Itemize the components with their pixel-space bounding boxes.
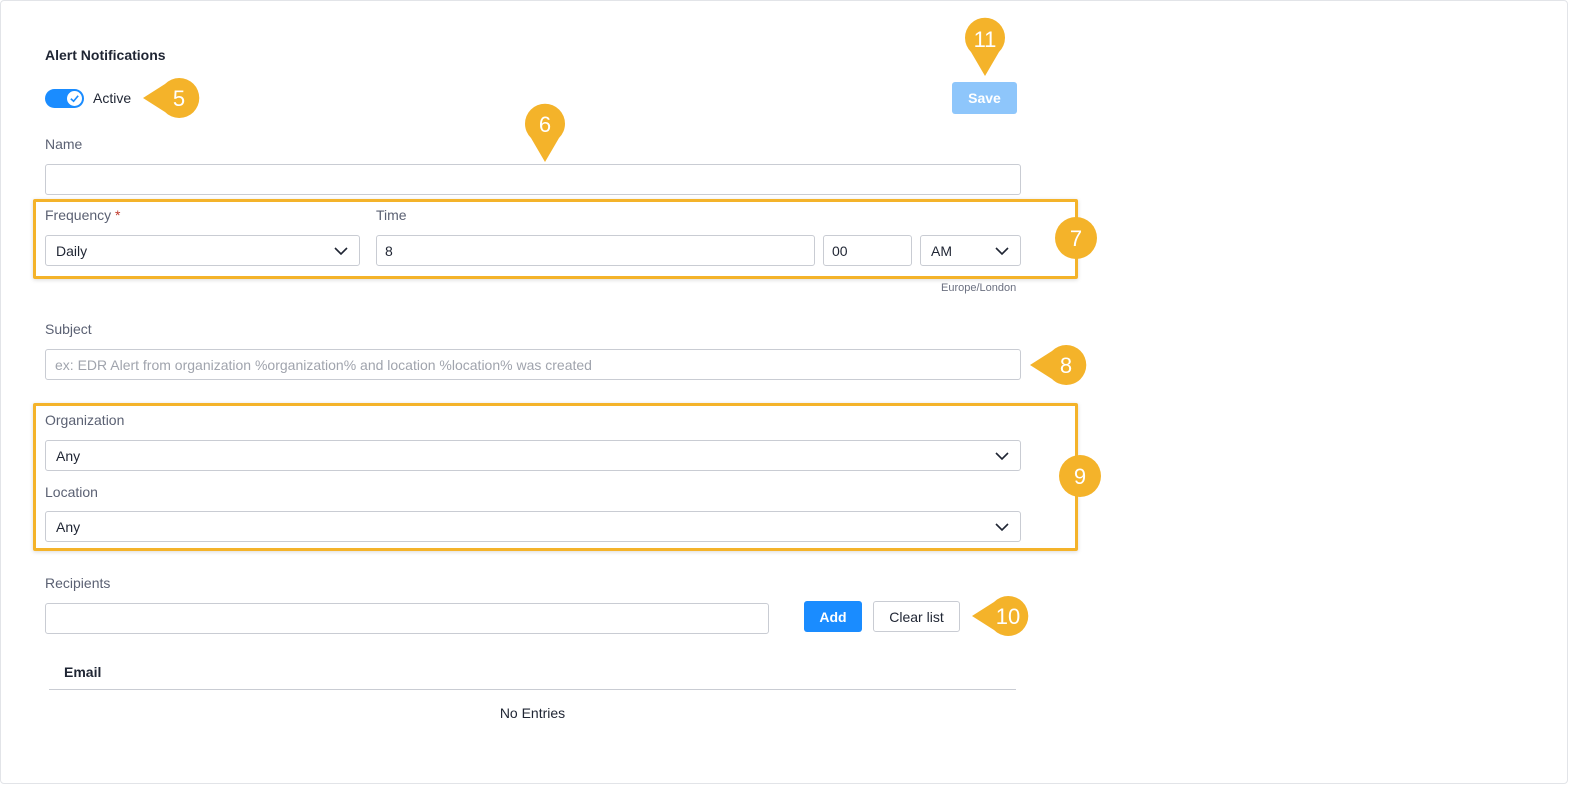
callout-6-number: 6 bbox=[539, 112, 551, 137]
chevron-down-icon bbox=[995, 522, 1009, 531]
chevron-down-icon bbox=[334, 246, 348, 255]
callout-9-number: 9 bbox=[1074, 464, 1086, 489]
callout-5: 5 bbox=[143, 78, 200, 118]
add-button[interactable]: Add bbox=[804, 601, 862, 632]
recipients-label: Recipients bbox=[45, 575, 111, 591]
frequency-label: Frequency * bbox=[45, 207, 121, 223]
chevron-down-icon bbox=[995, 451, 1009, 460]
location-value: Any bbox=[56, 518, 81, 535]
required-marker: * bbox=[115, 207, 121, 223]
table-divider bbox=[49, 689, 1016, 690]
frequency-value: Daily bbox=[56, 242, 88, 259]
callout-6: 6 bbox=[525, 103, 565, 162]
subject-input[interactable]: ex: EDR Alert from organization %organiz… bbox=[45, 349, 1021, 380]
chevron-down-icon bbox=[995, 246, 1009, 255]
callout-9: 9 bbox=[1059, 455, 1101, 497]
location-select[interactable]: Any bbox=[45, 511, 1021, 542]
callout-7-number: 7 bbox=[1070, 226, 1082, 251]
frequency-label-text: Frequency bbox=[45, 207, 112, 223]
organization-select[interactable]: Any bbox=[45, 440, 1021, 471]
location-label: Location bbox=[45, 484, 98, 500]
name-label: Name bbox=[45, 136, 83, 152]
recipients-input[interactable] bbox=[45, 603, 769, 634]
active-toggle-label: Active bbox=[93, 90, 132, 106]
empty-table-message: No Entries bbox=[499, 705, 566, 721]
time-minute-input[interactable]: 00 bbox=[823, 235, 912, 266]
time-meridiem-select[interactable]: AM bbox=[920, 235, 1021, 266]
callout-11-number: 11 bbox=[974, 27, 997, 52]
callout-7: 7 bbox=[1055, 217, 1097, 259]
frequency-select[interactable]: Daily bbox=[45, 235, 360, 266]
callout-11: 11 bbox=[965, 17, 1005, 76]
subject-label: Subject bbox=[45, 321, 92, 337]
callout-10-number: 10 bbox=[996, 604, 1020, 629]
callout-5-number: 5 bbox=[173, 86, 185, 111]
page-panel bbox=[0, 0, 1568, 784]
callout-8-number: 8 bbox=[1060, 353, 1072, 378]
callout-10: 10 bbox=[972, 596, 1029, 636]
clear-list-button[interactable]: Clear list bbox=[873, 601, 960, 632]
time-hour-input[interactable]: 8 bbox=[376, 235, 815, 266]
organization-value: Any bbox=[56, 447, 81, 464]
name-input[interactable] bbox=[45, 164, 1021, 195]
toggle-knob bbox=[67, 91, 82, 106]
save-button[interactable]: Save bbox=[952, 82, 1017, 114]
timezone-text: Europe/London bbox=[941, 282, 1017, 294]
time-label: Time bbox=[376, 207, 407, 223]
organization-label: Organization bbox=[45, 412, 125, 428]
email-column-header: Email bbox=[64, 664, 102, 680]
page-title: Alert Notifications bbox=[45, 47, 166, 63]
callout-8: 8 bbox=[1030, 345, 1087, 385]
active-toggle[interactable] bbox=[45, 89, 84, 108]
meridiem-value: AM bbox=[931, 242, 952, 259]
check-icon bbox=[70, 95, 79, 103]
